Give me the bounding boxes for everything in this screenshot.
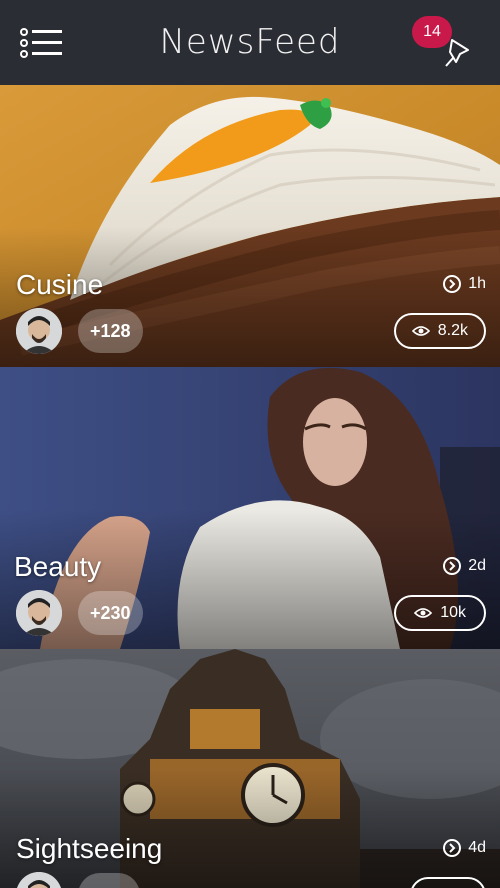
participants-count[interactable]: +128 (78, 309, 143, 353)
feed-card[interactable]: Sightseeing 4d (0, 649, 500, 888)
eye-icon (414, 608, 433, 618)
time-label: 4d (468, 839, 486, 856)
participants-count[interactable]: +230 (78, 591, 143, 635)
clock-icon (443, 275, 462, 293)
time-ago: 4d (442, 838, 486, 858)
card-title: Cusine (16, 269, 104, 300)
avatar[interactable] (16, 308, 62, 354)
feed-card[interactable]: Beauty 2d +230 10k (0, 367, 500, 649)
time-ago: 1h (442, 274, 486, 294)
time-ago: 2d (442, 556, 486, 576)
avatar[interactable] (16, 590, 62, 636)
card-title: Beauty (14, 551, 102, 582)
top-navigation-bar: NewsFeed 14 (0, 0, 500, 85)
clock-icon (443, 839, 462, 857)
views-button[interactable]: 10k (394, 595, 486, 631)
feed-card[interactable]: Cusine 1h +128 8.2k (0, 85, 500, 367)
views-button[interactable] (410, 877, 486, 888)
views-button[interactable]: 8.2k (393, 313, 486, 349)
views-count: 8.2k (437, 322, 468, 339)
clock-icon (443, 557, 462, 575)
time-label: 2d (468, 557, 486, 574)
card-gradient-overlay (0, 768, 500, 888)
notification-badge[interactable]: 14 (412, 16, 452, 48)
time-label: 1h (468, 275, 486, 292)
card-title: Sightseeing (16, 833, 163, 864)
eye-icon (411, 326, 430, 336)
views-count: 10k (440, 604, 466, 621)
